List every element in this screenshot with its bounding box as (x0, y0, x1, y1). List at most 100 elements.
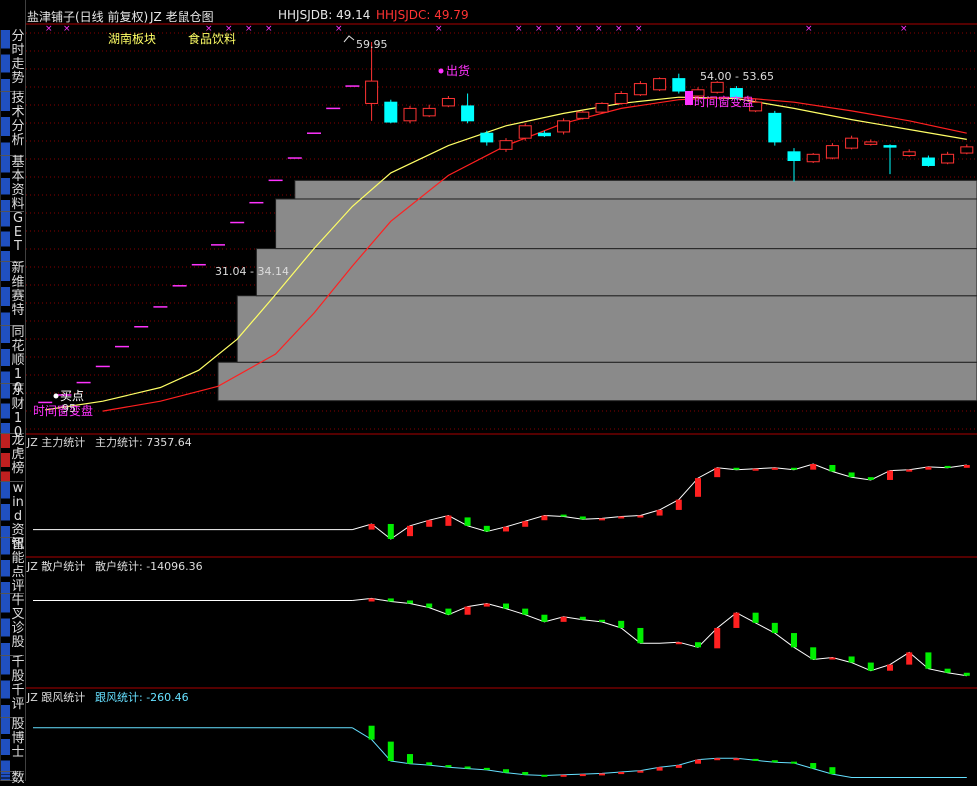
indicator-bar (368, 725, 375, 740)
retail-title[interactable]: JZ 散户统计 (26, 559, 85, 573)
top-cross-marker: × (535, 24, 543, 34)
indicator-bar (829, 767, 836, 775)
top-cross-marker: × (900, 24, 908, 34)
candle-body (403, 107, 417, 122)
high-marker-hook (343, 35, 355, 43)
sector-tag-food[interactable]: 食品饮料 (188, 31, 236, 46)
indicator-bar (810, 763, 817, 769)
indicator-bar (407, 600, 413, 604)
top-cross-marker: × (63, 24, 71, 34)
buy-signal-label: 买点 (60, 389, 84, 403)
indicator-bar (867, 477, 874, 480)
indicator-bar (675, 642, 682, 645)
indicator-bar (733, 467, 740, 470)
candle-body (845, 137, 859, 149)
indicator-bar (387, 523, 394, 539)
candle-body (537, 132, 551, 137)
indicator-bar (464, 766, 471, 769)
indicator-bar (579, 616, 586, 620)
sector-tag-hunan[interactable]: 湖南板块 (108, 31, 156, 46)
main-force-title[interactable]: JZ 主力统计 (26, 436, 85, 449)
sell-signal-label: 出货 (446, 63, 470, 78)
top-cross-marker: × (515, 24, 523, 34)
indicator-bar (426, 762, 433, 766)
indicator-bar (503, 526, 509, 532)
indicator-bar (695, 642, 701, 648)
candle-body (365, 80, 379, 104)
indicator-bar (963, 464, 970, 468)
follower-title[interactable]: JZ 跟风统计 (26, 691, 85, 704)
candle-body (557, 120, 571, 133)
indicator-bar (560, 514, 567, 517)
indicator-bar (829, 657, 836, 660)
top-cross-marker: × (575, 24, 583, 34)
indicator-bar (541, 774, 548, 777)
main-force-value: 主力统计: 7357.64 (95, 436, 192, 449)
indicator-bar (752, 468, 759, 471)
candle-body (921, 157, 935, 166)
indicator-bar (445, 515, 452, 526)
indicator-bar (810, 464, 817, 470)
candle-body (461, 105, 475, 122)
indicator-bar (426, 603, 433, 608)
indicator-bar (637, 627, 644, 644)
indicator-bar (714, 758, 721, 761)
indicator-bar (483, 525, 490, 532)
candle-body (825, 145, 839, 159)
top-cross-marker: × (595, 24, 603, 34)
indicator-bar (675, 765, 682, 768)
indicator-bar (675, 499, 682, 510)
indicator-bar (560, 774, 567, 777)
candle-body (806, 153, 820, 163)
candle-body (883, 145, 897, 148)
indicator-bar (637, 515, 644, 518)
high-price-label: 59.95 (356, 38, 388, 51)
candle-body (518, 125, 532, 139)
indicator-bar (426, 520, 433, 527)
top-cross-marker: × (335, 24, 343, 34)
indicator-bar (618, 772, 625, 775)
candle-body (614, 93, 628, 104)
candle-body (787, 151, 801, 162)
indicator-bar (445, 765, 452, 768)
time-window-marker (685, 91, 693, 105)
indicator-bar (656, 767, 663, 771)
indicator-bar (579, 774, 586, 777)
indicator-bar (522, 608, 529, 615)
indicator-bar (752, 612, 759, 623)
indicator-bar (771, 760, 778, 763)
left-price-label: 95 (62, 402, 76, 415)
price-zone (255, 248, 977, 297)
candle-body (633, 83, 647, 96)
sell-signal-dot (438, 68, 444, 74)
candle-body (941, 153, 955, 164)
price-zone (275, 198, 977, 250)
indicator-bar (464, 517, 471, 526)
indicator-bar (407, 525, 413, 537)
indicator-bar (944, 668, 951, 673)
indicator-bar (695, 759, 701, 764)
indicator-bar (695, 478, 701, 497)
top-cross-marker: × (635, 24, 643, 34)
stock-chart-canvas[interactable]: × × × × × × × × × × × × × × × × × 湖南板块 食品饮料 59.95 31.04 … (0, 0, 977, 781)
indicator-bar (637, 770, 644, 773)
indicator-bar (887, 470, 893, 480)
indicator-bar (887, 664, 893, 671)
indicator-bar (791, 761, 797, 764)
indicator-bar (407, 754, 413, 764)
indicator-bar (483, 767, 490, 770)
indicator-line (352, 597, 967, 677)
price-zone (236, 295, 977, 363)
indicator-bar (867, 662, 874, 671)
top-cross-marker: × (265, 24, 273, 34)
top-cross-marker: × (555, 24, 563, 34)
price-zone (217, 361, 977, 402)
candle-body (864, 141, 878, 145)
indicator-bar (944, 465, 951, 468)
top-cross-marker: × (435, 24, 443, 34)
candle-body (710, 81, 724, 93)
indicator-bar (791, 467, 797, 470)
candle-body (960, 146, 974, 154)
indicator-bar (848, 472, 855, 478)
indicator-line (352, 463, 967, 540)
